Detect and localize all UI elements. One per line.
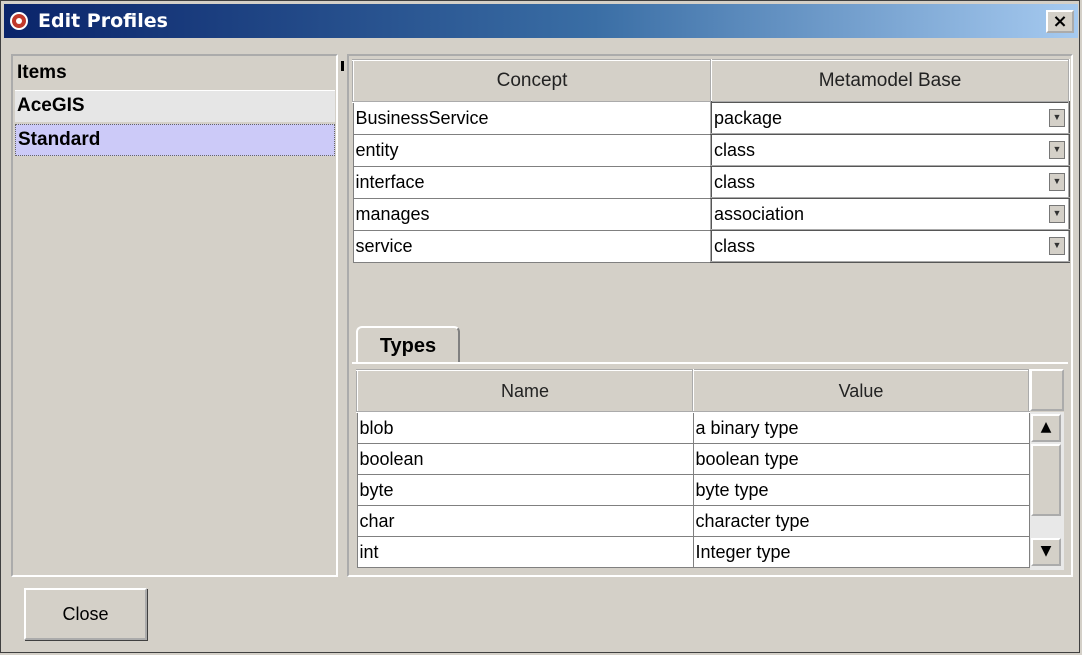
type-name-cell[interactable]: boolean <box>356 443 694 475</box>
dropdown-arrow-icon[interactable]: ▼ <box>1049 173 1065 191</box>
items-list-header: Items <box>15 58 335 90</box>
metamodel-base-dropdown[interactable]: class ▼ <box>710 133 1070 167</box>
type-name-cell[interactable]: char <box>356 505 694 537</box>
dropdown-value: class <box>714 171 756 192</box>
window-close-icon[interactable]: × <box>1046 10 1074 33</box>
concept-cell[interactable]: entity <box>352 133 712 167</box>
type-value-cell[interactable]: a binary type <box>692 411 1030 444</box>
column-header-concept[interactable]: Concept <box>352 59 712 103</box>
table-row[interactable]: manages association ▼ <box>352 197 1070 231</box>
type-value-cell[interactable]: Integer type <box>692 536 1030 568</box>
scroll-up-icon[interactable]: ▲ <box>1031 414 1061 442</box>
types-scrollbar[interactable]: ▲ ▼ <box>1030 412 1064 570</box>
table-row[interactable]: service class ▼ <box>352 229 1070 263</box>
dropdown-arrow-icon[interactable]: ▼ <box>1049 141 1065 159</box>
table-row[interactable]: boolean boolean type <box>356 443 1030 475</box>
dropdown-arrow-icon[interactable]: ▼ <box>1049 109 1065 127</box>
close-button[interactable]: Close <box>24 588 147 640</box>
table-row[interactable]: int Integer type <box>356 536 1030 568</box>
column-header-value[interactable]: Value <box>692 369 1030 413</box>
list-item-acegis[interactable]: AceGIS <box>15 90 335 122</box>
profile-detail-panel: Concept Metamodel Base BusinessService p… <box>347 54 1073 577</box>
table-row[interactable]: char character type <box>356 505 1030 537</box>
type-name-cell[interactable]: int <box>356 536 694 568</box>
type-value-cell[interactable]: character type <box>692 505 1030 537</box>
metamodel-base-dropdown[interactable]: package ▼ <box>710 101 1070 135</box>
scroll-thumb[interactable] <box>1031 444 1061 516</box>
concepts-table: Concept Metamodel Base BusinessService p… <box>352 59 1070 263</box>
title-bar[interactable]: Edit Profiles × <box>4 4 1078 38</box>
metamodel-base-dropdown[interactable]: class ▼ <box>710 165 1070 199</box>
concept-cell[interactable]: interface <box>352 165 712 199</box>
dropdown-arrow-icon[interactable]: ▼ <box>1049 205 1065 223</box>
column-header-name[interactable]: Name <box>356 369 694 413</box>
type-value-cell[interactable]: byte type <box>692 474 1030 506</box>
items-list: Items AceGIS Standard <box>11 54 338 577</box>
scroll-down-icon[interactable]: ▼ <box>1031 538 1061 566</box>
splitter-grip-icon <box>341 61 344 71</box>
dropdown-value: package <box>714 107 783 128</box>
concept-cell[interactable]: service <box>352 229 712 263</box>
concept-cell[interactable]: BusinessService <box>352 101 712 135</box>
table-row[interactable]: byte byte type <box>356 474 1030 506</box>
window-title: Edit Profiles <box>38 10 168 32</box>
type-value-cell[interactable]: boolean type <box>692 443 1030 475</box>
table-row[interactable]: entity class ▼ <box>352 133 1070 167</box>
splitter-handle[interactable] <box>339 54 346 577</box>
dropdown-value: class <box>714 235 756 256</box>
column-header-metamodel-base[interactable]: Metamodel Base <box>710 59 1070 103</box>
metamodel-base-dropdown[interactable]: association ▼ <box>710 197 1070 231</box>
list-item-standard[interactable]: Standard <box>15 124 335 156</box>
dropdown-value: class <box>714 139 756 160</box>
metamodel-base-dropdown[interactable]: class ▼ <box>710 229 1070 263</box>
tab-area: Types Name Value blob a binary type bool… <box>352 326 1068 574</box>
app-icon <box>10 12 28 30</box>
edit-profiles-window: Edit Profiles × Items AceGIS Standard Co… <box>0 0 1080 653</box>
types-table: Name Value blob a binary type boolean bo… <box>356 369 1030 568</box>
dropdown-value: association <box>714 203 805 224</box>
table-corner <box>1030 369 1064 411</box>
concept-cell[interactable]: manages <box>352 197 712 231</box>
type-name-cell[interactable]: blob <box>356 411 694 444</box>
tab-types[interactable]: Types <box>356 326 460 362</box>
type-name-cell[interactable]: byte <box>356 474 694 506</box>
table-row[interactable]: blob a binary type <box>356 411 1030 444</box>
dropdown-arrow-icon[interactable]: ▼ <box>1049 237 1065 255</box>
table-row[interactable]: BusinessService package ▼ <box>352 101 1070 135</box>
types-tab-panel: Name Value blob a binary type boolean bo… <box>352 362 1068 574</box>
table-row[interactable]: interface class ▼ <box>352 165 1070 199</box>
